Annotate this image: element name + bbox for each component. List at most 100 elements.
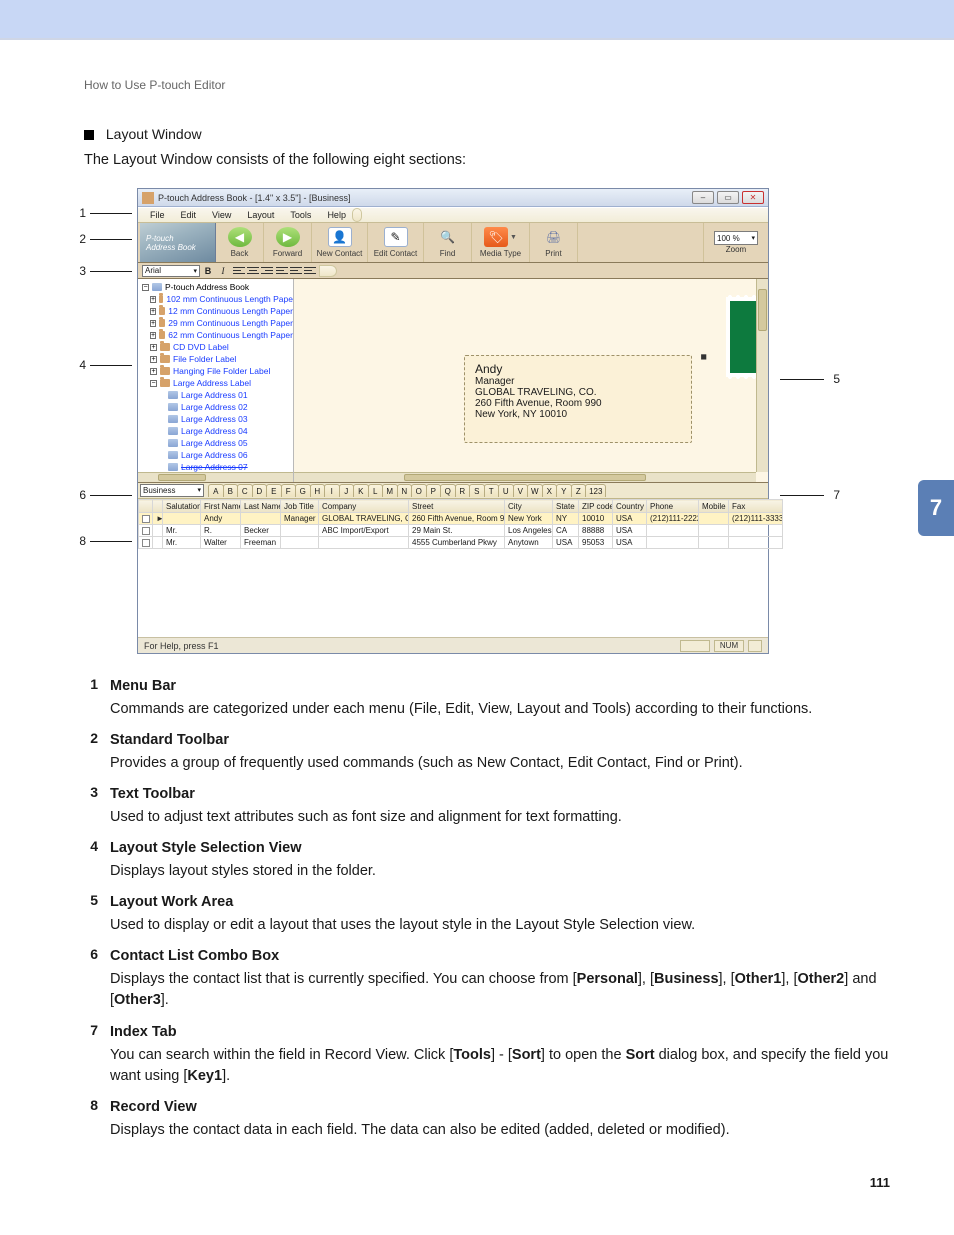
resize-handle-icon[interactable]: ◼	[700, 352, 707, 361]
index-tab-e[interactable]: E	[266, 484, 282, 497]
expand-icon[interactable]: +	[150, 320, 156, 327]
grid-cell[interactable]: New York	[505, 513, 553, 525]
grid-header[interactable]	[139, 500, 153, 513]
valign-top-icon[interactable]	[276, 266, 288, 276]
tree-folder-label[interactable]: 12 mm Continuous Length Paper	[168, 306, 293, 316]
grid-header[interactable]: Fax	[729, 500, 783, 513]
grid-cell[interactable]: USA	[613, 537, 647, 549]
zoom-field[interactable]: 100 % ▾	[714, 231, 758, 245]
index-tab-b[interactable]: B	[223, 484, 239, 497]
font-combo[interactable]: Arial	[142, 265, 200, 277]
checkbox[interactable]	[142, 515, 150, 523]
valign-middle-icon[interactable]	[290, 266, 302, 276]
grid-cell[interactable]: NY	[553, 513, 579, 525]
resize-grip-icon[interactable]	[748, 640, 762, 652]
grid-header[interactable]	[153, 500, 163, 513]
grid-header[interactable]: Country	[613, 500, 647, 513]
index-tab-q[interactable]: Q	[440, 484, 456, 497]
grid-cell[interactable]	[241, 513, 281, 525]
tree-leaf-label[interactable]: Large Address 07	[181, 462, 248, 472]
italic-button[interactable]: I	[216, 265, 230, 277]
forward-button[interactable]: ▶ Forward	[264, 223, 312, 262]
tree-folder-label[interactable]: Large Address Label	[173, 378, 251, 388]
grid-cell[interactable]: USA	[613, 525, 647, 537]
grid-cell[interactable]: Los Angeles	[505, 525, 553, 537]
expand-icon[interactable]: +	[150, 368, 157, 375]
menu-file[interactable]: File	[142, 208, 173, 222]
grid-header[interactable]: Job Title	[281, 500, 319, 513]
grid-header[interactable]: Last Name	[241, 500, 281, 513]
horizontal-scrollbar[interactable]	[138, 472, 293, 482]
index-tab-o[interactable]: O	[411, 484, 427, 497]
expand-icon[interactable]: +	[150, 296, 156, 303]
tree-leaf-label[interactable]: Large Address 05	[181, 438, 248, 448]
close-button[interactable]: ✕	[742, 191, 764, 204]
menu-view[interactable]: View	[204, 208, 239, 222]
index-tab-c[interactable]: C	[237, 484, 253, 497]
label-preview[interactable]: ◼ Andy Manager GLOBAL TRAVELING, CO. 260…	[464, 355, 692, 443]
grid-cell[interactable]	[699, 525, 729, 537]
menu-layout[interactable]: Layout	[239, 208, 282, 222]
grid-cell[interactable]: (212)111-3333	[729, 513, 783, 525]
index-tab-k[interactable]: K	[353, 484, 369, 497]
contact-list-combo[interactable]: Business	[140, 484, 204, 497]
checkbox[interactable]	[142, 539, 150, 547]
grid-cell[interactable]: 95053	[579, 537, 613, 549]
grid-cell[interactable]: USA	[553, 537, 579, 549]
grid-header[interactable]: ZIP code	[579, 500, 613, 513]
grid-header[interactable]: Mobile	[699, 500, 729, 513]
tree-folder-label[interactable]: Hanging File Folder Label	[173, 366, 270, 376]
minimize-button[interactable]: –	[692, 191, 714, 204]
index-tab-p[interactable]: P	[426, 484, 442, 497]
index-tab-i[interactable]: I	[324, 484, 340, 497]
grid-header[interactable]: Company	[319, 500, 409, 513]
align-center-icon[interactable]	[247, 266, 259, 276]
index-tab-v[interactable]: V	[513, 484, 529, 497]
grid-cell[interactable]	[729, 525, 783, 537]
grid-cell[interactable]: 29 Main St.	[409, 525, 505, 537]
grid-cell[interactable]: ABC Import/Export	[319, 525, 409, 537]
grid-cell[interactable]: Becker	[241, 525, 281, 537]
grid-cell[interactable]: Mr.	[163, 537, 201, 549]
index-tab-z[interactable]: Z	[571, 484, 587, 497]
index-tab-s[interactable]: S	[469, 484, 485, 497]
edit-contact-button[interactable]: ✎ Edit Contact	[368, 223, 424, 262]
menu-edit[interactable]: Edit	[173, 208, 205, 222]
record-view[interactable]: SalutationFirst NameLast NameJob TitleCo…	[138, 499, 768, 637]
collapse-icon[interactable]: −	[150, 380, 157, 387]
grid-cell[interactable]: 10010	[579, 513, 613, 525]
align-right-icon[interactable]	[261, 266, 273, 276]
tree-leaf-label[interactable]: Large Address 04	[181, 426, 248, 436]
grid-header[interactable]: Phone	[647, 500, 699, 513]
grid-cell[interactable]: Walter	[201, 537, 241, 549]
grid-cell[interactable]: (212)111-2222	[647, 513, 699, 525]
grid-header[interactable]: City	[505, 500, 553, 513]
grid-cell[interactable]: CA	[553, 525, 579, 537]
vertical-scrollbar[interactable]	[756, 279, 768, 472]
index-tab-g[interactable]: G	[295, 484, 311, 497]
index-tab-j[interactable]: J	[339, 484, 355, 497]
layout-work-area[interactable]: ◼ Andy Manager GLOBAL TRAVELING, CO. 260…	[294, 279, 768, 482]
index-tab-a[interactable]: A	[208, 484, 224, 497]
index-tab-r[interactable]: R	[455, 484, 471, 497]
menu-help[interactable]: Help	[319, 208, 354, 222]
tree-folder-label[interactable]: File Folder Label	[173, 354, 236, 364]
grid-cell[interactable]	[281, 537, 319, 549]
grid-header[interactable]: First Name	[201, 500, 241, 513]
table-row[interactable]: 1►AndyManagerGLOBAL TRAVELING, CO.260 Fi…	[139, 513, 783, 525]
index-tab-x[interactable]: X	[542, 484, 558, 497]
tree-leaf-label[interactable]: Large Address 02	[181, 402, 248, 412]
print-button[interactable]: 🖨 Print	[530, 223, 578, 262]
grid-header[interactable]: Salutation	[163, 500, 201, 513]
find-button[interactable]: 🔍 Find	[424, 223, 472, 262]
index-tab-y[interactable]: Y	[556, 484, 572, 497]
expand-icon[interactable]: +	[150, 356, 157, 363]
tree-folder-label[interactable]: 29 mm Continuous Length Paper	[168, 318, 293, 328]
grid-cell[interactable]	[699, 537, 729, 549]
grid-cell[interactable]	[699, 513, 729, 525]
grid-cell[interactable]: Freeman	[241, 537, 281, 549]
table-row[interactable]: 3Mr.WalterFreeman4555 Cumberland PkwyAny…	[139, 537, 783, 549]
grid-cell[interactable]: Andy	[201, 513, 241, 525]
grid-cell[interactable]	[647, 525, 699, 537]
expand-icon[interactable]: +	[150, 308, 156, 315]
